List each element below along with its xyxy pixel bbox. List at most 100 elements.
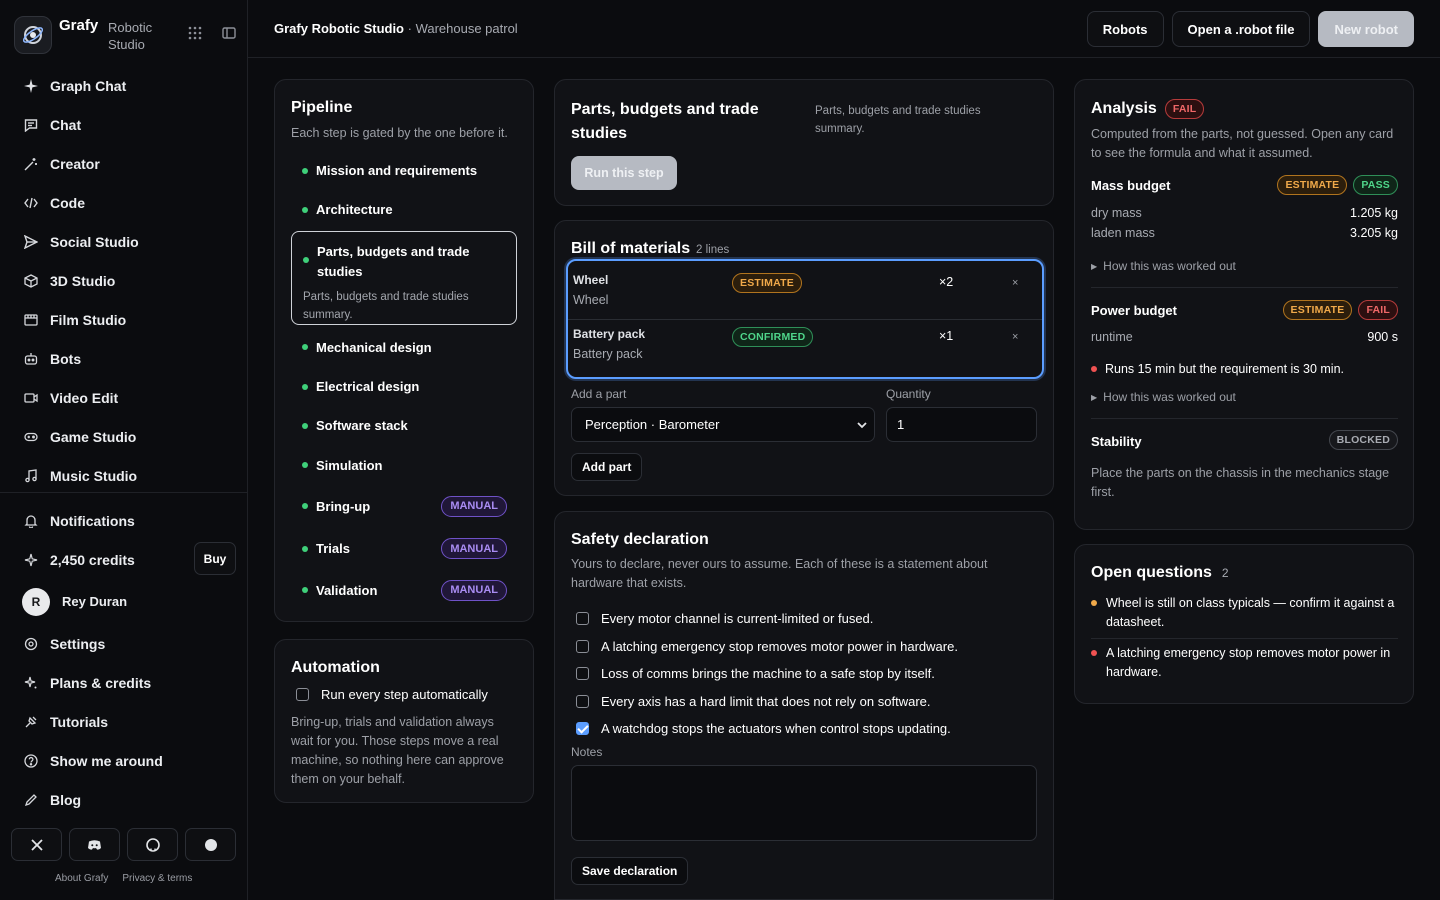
quantity-input[interactable]: 1	[886, 407, 1037, 442]
safety-checkbox[interactable]	[576, 612, 589, 626]
nav-item-chat[interactable]: Chat	[0, 105, 247, 144]
mass-budget-title: Mass budget	[1091, 178, 1171, 193]
music-icon	[24, 468, 38, 483]
safety-item[interactable]: Every axis has a hard limit that does no…	[576, 688, 958, 716]
grafy-logo-icon[interactable]	[14, 16, 52, 54]
breadcrumb-project: Warehouse patrol	[415, 21, 518, 36]
run-automatically-toggle[interactable]: Run every step automatically	[296, 687, 488, 702]
nav-label: 3D Studio	[50, 272, 116, 289]
pipeline-step[interactable]: Electrical design	[291, 368, 517, 405]
new-robot-button[interactable]: New robot	[1318, 11, 1414, 47]
pipeline-step[interactable]: Bring-up MANUAL	[291, 484, 517, 528]
power-how-toggle[interactable]: ▶ How this was worked out	[1091, 390, 1236, 404]
safety-checkbox-checked[interactable]	[576, 722, 589, 736]
bot-icon	[24, 352, 38, 366]
analysis-title: Analysis	[1091, 100, 1157, 117]
add-part-button[interactable]: Add part	[571, 453, 643, 481]
privacy-link[interactable]: Privacy & terms	[122, 873, 192, 884]
safety-checkbox[interactable]	[576, 639, 589, 653]
nav-label: Plans & credits	[50, 674, 152, 691]
pipeline-step[interactable]: Simulation	[291, 446, 517, 484]
laden-mass-value: 3.205 kg	[1350, 226, 1398, 240]
pipeline-step[interactable]: Mission and requirements	[291, 151, 517, 190]
nav-item-code[interactable]: Code	[0, 183, 247, 222]
how-label: How this was worked out	[1103, 259, 1236, 273]
x-icon[interactable]	[11, 828, 62, 861]
part-select[interactable]: Perception · Barometer	[571, 407, 875, 442]
open-robot-file-button[interactable]: Open a .robot file	[1171, 11, 1311, 47]
step-status-dot	[302, 462, 308, 468]
remove-part-icon[interactable]: ×	[1012, 277, 1018, 289]
tutorial-icon	[24, 715, 38, 729]
nav-label: Video Edit	[50, 389, 119, 406]
part-name: Battery pack	[573, 327, 646, 341]
pipeline-step-active[interactable]: Parts, budgets and trade studies Parts, …	[291, 231, 517, 325]
bom-row[interactable]: Battery pack Battery pack CONFIRMED ×1 ×	[568, 315, 1042, 369]
medium-icon[interactable]	[185, 828, 236, 861]
step-status-dot	[302, 545, 308, 552]
discord-icon[interactable]	[69, 828, 120, 861]
safety-checkbox[interactable]	[576, 694, 589, 708]
apps-grid-icon[interactable]	[188, 26, 202, 40]
nav-item-settings[interactable]: Settings	[0, 624, 247, 663]
safety-checkbox[interactable]	[576, 667, 589, 681]
open-questions-title: Open questions	[1091, 564, 1212, 581]
nav-item-blog[interactable]: Blog	[0, 780, 247, 819]
mass-how-toggle[interactable]: ▶ How this was worked out	[1091, 259, 1236, 273]
nav-item-tutorials[interactable]: Tutorials	[0, 702, 247, 741]
about-link[interactable]: About Grafy	[55, 873, 108, 884]
caret-right-icon: ▶	[1091, 261, 1098, 271]
nav-item-social-studio[interactable]: Social Studio	[0, 222, 247, 261]
buy-credits-button[interactable]: Buy	[194, 542, 236, 575]
bom-row[interactable]: Wheel Wheel ESTIMATE ×2 ×	[568, 261, 1042, 315]
nav-item-video-edit[interactable]: Video Edit	[0, 378, 247, 417]
step-label: Architecture	[316, 202, 393, 217]
nav-item-plans[interactable]: Plans & credits	[0, 663, 247, 702]
nav-item-notifications[interactable]: Notifications	[0, 501, 247, 540]
automation-title: Automation	[291, 659, 380, 676]
save-declaration-button[interactable]: Save declaration	[571, 857, 689, 885]
safety-item-label: Loss of comms brings the machine to a sa…	[601, 666, 935, 682]
nav-label: Code	[50, 194, 85, 211]
nav-item-show-me-around[interactable]: Show me around	[0, 741, 247, 780]
pipeline-step[interactable]: Validation MANUAL	[291, 569, 517, 611]
safety-item[interactable]: Every motor channel is current-limited o…	[576, 605, 958, 633]
safety-item[interactable]: A latching emergency stop removes motor …	[576, 633, 958, 661]
run-step-button[interactable]: Run this step	[571, 156, 677, 190]
run-automatically-checkbox[interactable]	[296, 688, 309, 701]
nav-item-game-studio[interactable]: Game Studio	[0, 417, 247, 456]
step-label: Mechanical design	[316, 339, 432, 355]
safety-item[interactable]: Loss of comms brings the machine to a sa…	[576, 660, 958, 688]
sparkle-icon	[24, 78, 38, 93]
step-status-dot	[302, 383, 308, 390]
safety-item[interactable]: A watchdog stops the actuators when cont…	[576, 715, 958, 743]
nav-item-3d-studio[interactable]: 3D Studio	[0, 261, 247, 300]
nav-item-creator[interactable]: Creator	[0, 144, 247, 183]
pipeline-step[interactable]: Mechanical design	[291, 326, 517, 368]
pipeline-step[interactable]: Software stack	[291, 405, 517, 446]
sidebar-toggle-icon[interactable]	[222, 26, 236, 40]
nav-item-bots[interactable]: Bots	[0, 339, 247, 378]
part-quantity: ×2	[939, 275, 954, 289]
nav-item-graph-chat[interactable]: Graph Chat	[0, 66, 247, 105]
question-item[interactable]: Wheel is still on class typicals — confi…	[1091, 594, 1401, 632]
nav-item-music-studio[interactable]: Music Studio	[0, 456, 247, 495]
robots-button[interactable]: Robots	[1086, 11, 1164, 47]
github-icon[interactable]	[127, 828, 178, 861]
safety-title: Safety declaration	[571, 531, 709, 548]
stability-title: Stability	[1091, 434, 1142, 449]
remove-part-icon[interactable]: ×	[1012, 331, 1018, 343]
section-divider	[1091, 287, 1398, 288]
step-status-dot	[302, 422, 308, 429]
nav-label: Film Studio	[50, 311, 127, 328]
question-item[interactable]: A latching emergency stop removes motor …	[1091, 644, 1401, 682]
pass-badge: PASS	[1353, 175, 1398, 195]
step-status-dot	[302, 167, 308, 174]
code-icon	[24, 196, 38, 210]
user-profile[interactable]: R Rey Duran	[0, 579, 247, 624]
laden-mass-row: laden mass 3.205 kg	[1091, 226, 1398, 240]
nav-item-film-studio[interactable]: Film Studio	[0, 300, 247, 339]
pipeline-step[interactable]: Trials MANUAL	[291, 528, 517, 569]
notes-textarea[interactable]	[571, 765, 1037, 841]
pipeline-step[interactable]: Architecture	[291, 190, 517, 229]
